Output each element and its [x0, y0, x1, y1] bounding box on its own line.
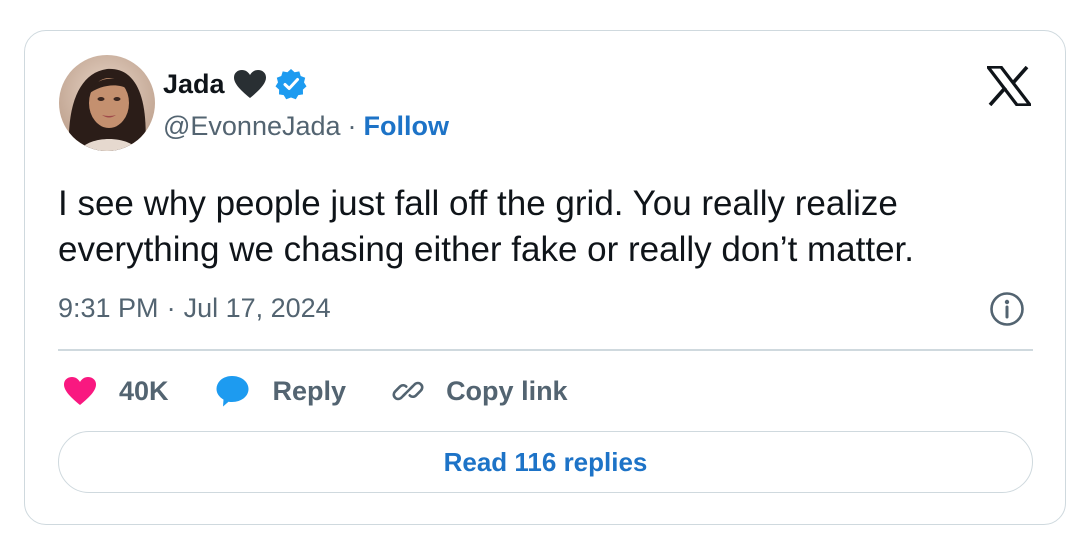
tweet-timestamp: 9:31 PM · Jul 17, 2024	[58, 289, 331, 327]
tweet-date[interactable]: Jul 17, 2024	[184, 293, 331, 324]
author-handle-row: @EvonneJada · Follow	[163, 109, 449, 143]
like-count: 40K	[119, 375, 169, 406]
black-heart-icon	[233, 69, 267, 99]
speech-bubble-icon	[216, 376, 249, 407]
reply-label: Reply	[272, 375, 347, 406]
copy-link-label: Copy link	[446, 375, 568, 406]
tweet-text: I see why people just fall off the grid.…	[58, 184, 914, 269]
read-replies-button[interactable]: Read 116 replies	[58, 431, 1033, 493]
handle-separator: ·	[347, 110, 357, 141]
avatar-photo	[59, 55, 155, 151]
author-name-row: Jada	[163, 67, 307, 101]
reply-button[interactable]: Reply	[215, 374, 347, 408]
like-button[interactable]: 40K	[63, 376, 169, 407]
tweet-card: Jada @EvonneJada · Follow I see why peop…	[24, 30, 1066, 525]
action-bar: 40K Reply Copy link	[63, 369, 614, 413]
heart-icon	[64, 377, 96, 405]
follow-button[interactable]: Follow	[364, 111, 449, 142]
link-icon	[392, 381, 424, 401]
timestamp-separator: ·	[166, 292, 176, 323]
tweet-time[interactable]: 9:31 PM	[58, 293, 159, 324]
author-handle[interactable]: @EvonneJada	[163, 111, 341, 142]
divider	[58, 349, 1033, 351]
verified-badge-icon[interactable]	[275, 68, 307, 100]
copy-link-button[interactable]: Copy link	[392, 375, 568, 407]
x-logo-icon[interactable]	[984, 65, 1034, 107]
author-display-name[interactable]: Jada	[163, 69, 225, 100]
avatar[interactable]	[59, 55, 155, 151]
info-icon[interactable]	[989, 291, 1025, 327]
